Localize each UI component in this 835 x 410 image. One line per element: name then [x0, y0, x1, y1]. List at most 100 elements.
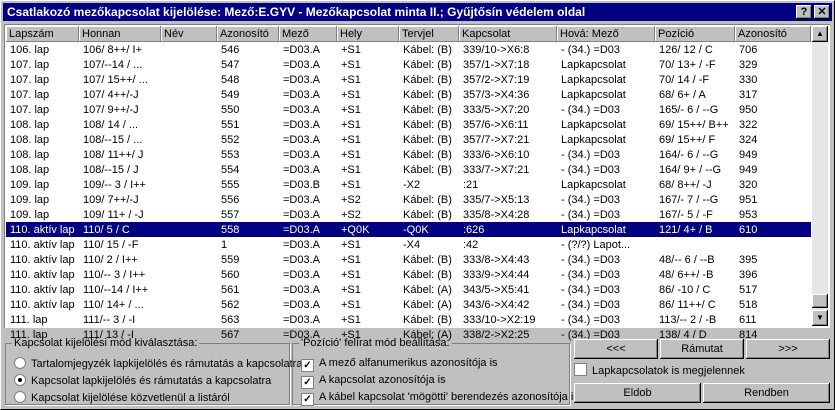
- close-button[interactable]: ✕: [814, 5, 830, 19]
- table-cell: Kábel: (B): [403, 313, 452, 326]
- scroll-up-button[interactable]: ▲: [812, 26, 828, 42]
- table-cell: 549: [221, 88, 240, 101]
- table-cell: Lapkapcsolat: [561, 58, 626, 71]
- table-row[interactable]: 108. lap 108/ 11++/ J 553 =D03.A +S1 Kábel: (…: [6, 147, 811, 162]
- table-row[interactable]: 107. lap 107/ 15++/ ... 548 =D03.A +S1 Kábel:…: [6, 72, 811, 87]
- table-cell: Kábel: (A): [403, 283, 452, 296]
- scroll-down-button[interactable]: ▼: [812, 310, 828, 326]
- connection-list[interactable]: Lapszám Honnan Név Azonosító Mező Hely Tervjel…: [4, 24, 830, 341]
- table-cell: 333/8->X4:43: [463, 253, 530, 266]
- table-row[interactable]: 109. lap 109/ 11+ / -J 557 =D03.A +S2 Kábel: …: [6, 207, 811, 222]
- table-cell: Kábel: (B): [403, 88, 452, 101]
- table-cell: 107. lap: [10, 73, 50, 86]
- column-header[interactable]: Azonosító: [735, 26, 811, 42]
- table-row[interactable]: 111. lap 111/-- 3 / -I 563 =D03.A +S1 Kábel: …: [6, 312, 811, 327]
- scroll-thumb[interactable]: [812, 294, 828, 308]
- table-cell: 551: [221, 118, 240, 131]
- table-row[interactable]: 109. lap 109/-- 3 / I++ 555 =D03.B +S1 -X2:21…: [6, 177, 811, 192]
- ok-button[interactable]: Rendben: [703, 383, 830, 403]
- table-cell: - (34.) =D03: [561, 43, 620, 56]
- table-cell: 110. aktív lap: [10, 268, 75, 281]
- table-cell: 110/ 5 / C: [79, 222, 161, 237]
- checkbox-device-id[interactable]: ✓: [301, 393, 314, 406]
- table-cell: 562: [221, 298, 240, 311]
- table-cell: =D03.A: [283, 43, 320, 56]
- table-row[interactable]: 110. aktív lap 110/ 5 / C 558 =D03.A +Q0K -Q0…: [6, 222, 811, 237]
- column-header[interactable]: Pozíció: [655, 26, 735, 42]
- table-cell: +S1: [341, 43, 361, 56]
- table-cell: 557: [221, 208, 240, 221]
- table-cell: :626: [459, 222, 557, 237]
- next-button[interactable]: >>>: [746, 339, 830, 359]
- table-row[interactable]: 110. aktív lap 110/ 2 / I++ 559 =D03.A +S1 Ká…: [6, 252, 811, 267]
- prev-button[interactable]: <<<: [574, 339, 658, 359]
- table-cell: 357/2->X7:19: [463, 73, 530, 86]
- column-header[interactable]: Hová: Mező: [557, 26, 655, 42]
- table-cell: +S1: [341, 253, 361, 266]
- table-cell: 317: [739, 88, 758, 101]
- table-row[interactable]: 106. lap 106/ 8++/ I+ 546 =D03.A +S1 Kábel: (…: [6, 42, 811, 57]
- column-header[interactable]: Azonosító: [217, 26, 279, 42]
- radio-toc[interactable]: [14, 357, 26, 369]
- column-header[interactable]: Hely: [337, 26, 399, 42]
- checkbox-connection-id[interactable]: ✓: [301, 376, 314, 389]
- table-cell: Lapkapcsolat: [561, 88, 626, 101]
- table-cell: 333/10->X2:19: [463, 313, 536, 326]
- table-row[interactable]: 110. aktív lap 110/--14 / I++ 561 =D03.A +S1…: [6, 282, 811, 297]
- checkbox-option-field-id[interactable]: ✓ A mező alfanumerikus azonosítója is: [301, 357, 498, 372]
- checkbox-pagelinks[interactable]: [574, 363, 587, 376]
- table-cell: Lapkapcsolat: [561, 178, 626, 191]
- table-cell: 561: [221, 283, 240, 296]
- target-button[interactable]: Rámutat: [660, 339, 744, 359]
- table-cell: Kábel: (B): [403, 73, 452, 86]
- table-cell: 517: [739, 283, 758, 296]
- checkbox-option-pagelinks[interactable]: Lapkapcsolatok is megjelennek: [574, 363, 745, 377]
- table-cell: +S1: [341, 133, 361, 146]
- position-label-title: 'Pozíció' felírat mód beállítása:: [301, 337, 450, 349]
- table-cell: Kábel: (B): [403, 118, 452, 131]
- column-header[interactable]: Honnan: [79, 26, 161, 42]
- checkbox-field-id[interactable]: ✓: [301, 359, 314, 372]
- column-header[interactable]: Mező: [279, 26, 337, 42]
- table-cell: - (?/?) Lapot...: [561, 238, 631, 251]
- table-row[interactable]: 109. lap 109/ 7++/-J 556 =D03.A +S2 Kábel: (B…: [6, 192, 811, 207]
- table-cell: 333/9->X4:44: [463, 268, 530, 281]
- table-row[interactable]: 110. aktív lap 110/-- 3 / I++ 560 =D03.A +S1…: [6, 267, 811, 282]
- table-cell: -X2: [403, 178, 421, 191]
- table-cell: =D03.A: [283, 103, 320, 116]
- radio-option-toc[interactable]: Tartalomjegyzék lapkijelölés és rámutatá…: [14, 357, 302, 370]
- table-cell: Kábel: (B): [403, 163, 452, 176]
- table-row[interactable]: 108. lap 108/--15 / ... 552 =D03.A +S1 Kábel:…: [6, 132, 811, 147]
- table-cell: +S1: [341, 313, 361, 326]
- table-cell: [161, 192, 217, 207]
- table-row[interactable]: 108. lap 108/--15 / J 554 =D03.A +S1 Kábel: (…: [6, 162, 811, 177]
- table-row[interactable]: 110. aktív lap 110/ 14+ / ... 562 =D03.A +S1…: [6, 297, 811, 312]
- vertical-scrollbar[interactable]: ▲ ▼: [812, 26, 828, 326]
- table-row[interactable]: 108. lap 108/ 14 / ... 551 =D03.A +S1 Kábel: …: [6, 117, 811, 132]
- column-header[interactable]: Kapcsolat: [459, 26, 557, 42]
- table-row[interactable]: 107. lap 107/--14 / ... 547 =D03.A +S1 Kábel:…: [6, 57, 811, 72]
- checkbox-option-device-id[interactable]: ✓ A kábel kapcsolat 'mögötti' berendezés …: [301, 391, 579, 406]
- table-cell: +S1: [341, 73, 361, 86]
- radio-option-page[interactable]: Kapcsolat lapkijelölés és rámutatás a ka…: [14, 374, 271, 387]
- column-header[interactable]: Lapszám: [6, 26, 79, 42]
- table-cell: [161, 57, 217, 72]
- table-row[interactable]: 107. lap 107/ 9++/-J 550 =D03.A +S1 Kábel: (B…: [6, 102, 811, 117]
- radio-option-direct[interactable]: Kapcsolat kijelölése közvetlenül a listá…: [14, 391, 230, 404]
- table-cell: +S1: [341, 148, 361, 161]
- table-cell: =D03.A: [283, 208, 320, 221]
- table-row[interactable]: 110. aktív lap 110/ 15 / -F 1 =D03.A +S1 -X4:…: [6, 237, 811, 252]
- column-header[interactable]: Név: [161, 26, 217, 42]
- checkbox-option-connection-id[interactable]: ✓ A kapcsolat azonosítója is: [301, 374, 446, 389]
- table-cell: =D03.A: [279, 222, 337, 237]
- table-cell: [161, 162, 217, 177]
- help-button[interactable]: ?: [796, 5, 812, 19]
- table-cell: 357/1->X7:18: [463, 58, 530, 71]
- hide-button[interactable]: Eldob: [574, 383, 701, 403]
- table-cell: 110. aktív lap: [10, 253, 75, 266]
- radio-page[interactable]: [14, 374, 26, 386]
- table-cell: =D03.A: [283, 313, 320, 326]
- table-row[interactable]: 107. lap 107/ 4++/-J 549 =D03.A +S1 Kábel: (B…: [6, 87, 811, 102]
- radio-direct[interactable]: [14, 391, 26, 403]
- column-header[interactable]: Tervjel: [399, 26, 459, 42]
